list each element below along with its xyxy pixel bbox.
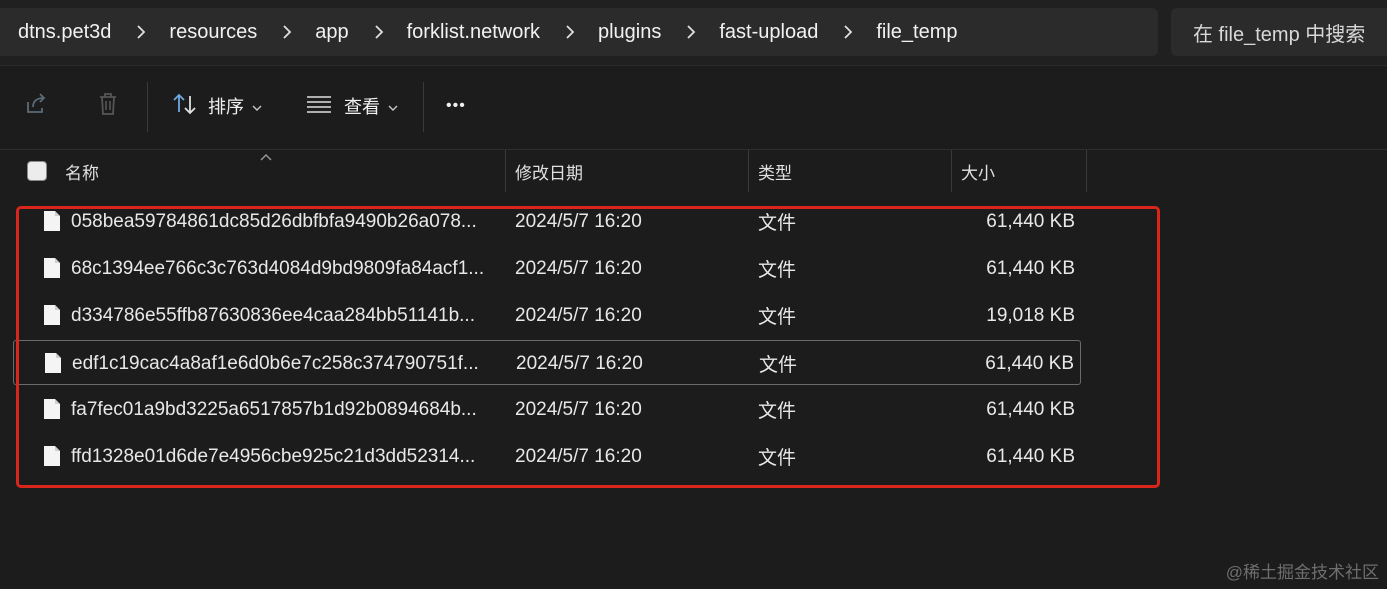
toolbar-divider xyxy=(423,82,424,132)
chevron-down-icon xyxy=(252,96,262,117)
sort-arrows-icon xyxy=(172,92,198,121)
chevron-right-icon[interactable] xyxy=(135,25,147,39)
chevron-right-icon[interactable] xyxy=(685,25,697,39)
command-bar: 排序 查看 ••• xyxy=(0,66,1387,150)
delete-button[interactable] xyxy=(94,84,122,128)
column-type[interactable]: 类型 xyxy=(758,150,792,192)
view-label: 查看 xyxy=(344,97,380,117)
breadcrumb-item-app[interactable]: app xyxy=(315,21,348,44)
column-name[interactable]: 名称 xyxy=(65,150,99,192)
breadcrumb-item-fast-upload[interactable]: fast-upload xyxy=(719,21,818,44)
annotation-highlight-box xyxy=(16,206,1160,488)
breadcrumb-item-dtns[interactable]: dtns.pet3d xyxy=(18,21,111,44)
breadcrumb-item-plugins[interactable]: plugins xyxy=(598,21,661,44)
chevron-right-icon[interactable] xyxy=(842,25,854,39)
column-divider[interactable] xyxy=(951,150,952,192)
list-view-icon xyxy=(306,94,332,119)
chevron-down-icon xyxy=(388,96,398,117)
view-button[interactable]: 查看 xyxy=(306,84,398,128)
column-divider[interactable] xyxy=(1086,150,1087,192)
column-size[interactable]: 大小 xyxy=(961,150,995,192)
more-options-button[interactable]: ••• xyxy=(446,84,466,128)
breadcrumb[interactable]: dtns.pet3d resources app forklist.networ… xyxy=(0,8,1158,56)
breadcrumb-item-file-temp[interactable]: file_temp xyxy=(876,21,957,44)
share-button[interactable] xyxy=(22,84,50,128)
breadcrumb-item-forklist-network[interactable]: forklist.network xyxy=(407,21,540,44)
more-dots-icon: ••• xyxy=(446,97,466,114)
trash-icon xyxy=(94,90,122,123)
breadcrumb-item-resources[interactable]: resources xyxy=(169,21,257,44)
chevron-right-icon[interactable] xyxy=(281,25,293,39)
sort-button[interactable]: 排序 xyxy=(172,84,262,128)
column-header: 名称 修改日期 类型 大小 xyxy=(0,150,1387,192)
chevron-right-icon[interactable] xyxy=(373,25,385,39)
watermark: @稀土掘金技术社区 xyxy=(1225,563,1379,582)
column-divider[interactable] xyxy=(505,150,506,192)
share-icon xyxy=(22,90,50,123)
column-modified[interactable]: 修改日期 xyxy=(515,150,583,192)
search-input[interactable]: 在 file_temp 中搜索 xyxy=(1171,8,1387,56)
chevron-right-icon[interactable] xyxy=(564,25,576,39)
sort-label: 排序 xyxy=(208,97,244,117)
address-bar-area: dtns.pet3d resources app forklist.networ… xyxy=(0,0,1387,66)
toolbar-divider xyxy=(147,82,148,132)
sort-up-caret-icon xyxy=(259,148,273,166)
column-divider[interactable] xyxy=(748,150,749,192)
